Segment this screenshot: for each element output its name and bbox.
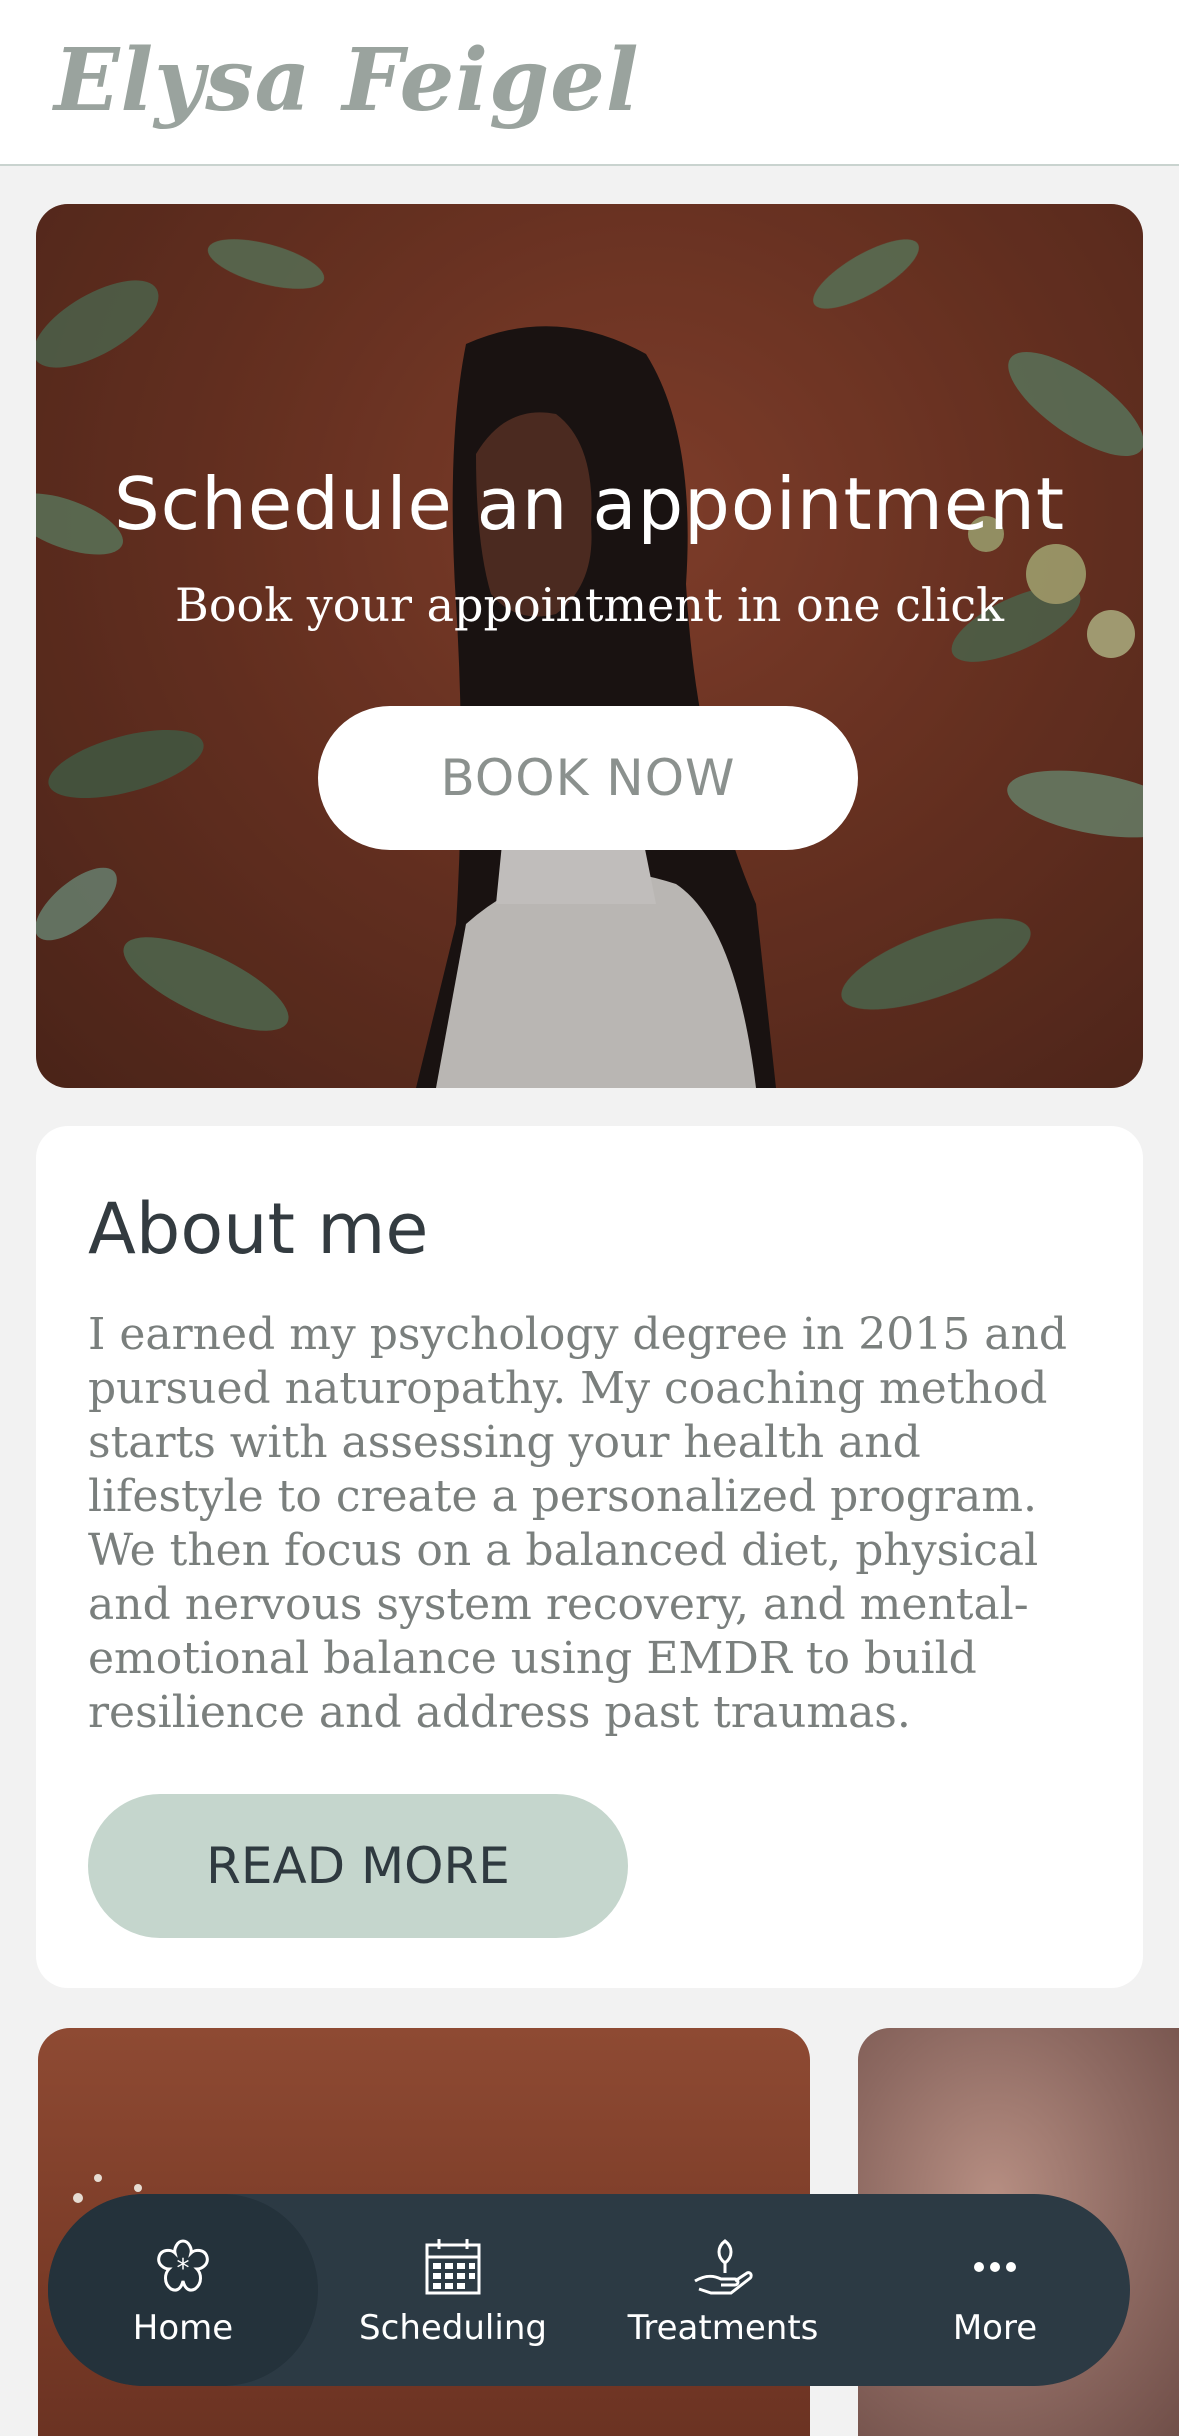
bottom-navigation: * Home Scheduling Treatments More bbox=[48, 2194, 1130, 2386]
nav-item-scheduling[interactable]: Scheduling bbox=[318, 2194, 588, 2386]
flower-icon: * bbox=[148, 2232, 218, 2302]
read-more-button[interactable]: READ MORE bbox=[88, 1794, 628, 1938]
nav-label: Scheduling bbox=[359, 2308, 547, 2348]
hero-banner: Schedule an appointment Book your appoin… bbox=[36, 204, 1143, 1088]
hand-plant-icon bbox=[688, 2232, 758, 2302]
calendar-icon bbox=[418, 2232, 488, 2302]
book-now-button[interactable]: BOOK NOW bbox=[318, 706, 858, 850]
brand-logo[interactable]: Elysa Feigel bbox=[54, 30, 640, 131]
app-header: Elysa Feigel bbox=[0, 0, 1179, 166]
hero-subtitle: Book your appointment in one click bbox=[175, 578, 1004, 632]
nav-label: Home bbox=[132, 2308, 234, 2348]
nav-item-more[interactable]: More bbox=[860, 2194, 1130, 2386]
nav-item-home[interactable]: * Home bbox=[48, 2194, 318, 2386]
nav-label: More bbox=[952, 2308, 1038, 2348]
hero-overlay bbox=[36, 204, 1143, 1088]
svg-text:*: * bbox=[177, 2254, 190, 2284]
more-dots-icon bbox=[960, 2232, 1030, 2302]
nav-item-treatments[interactable]: Treatments bbox=[588, 2194, 858, 2386]
about-card: About me I earned my psychology degree i… bbox=[36, 1126, 1143, 1988]
nav-label: Treatments bbox=[627, 2308, 819, 2348]
about-title: About me bbox=[88, 1188, 429, 1270]
hero-title: Schedule an appointment bbox=[113, 462, 1066, 546]
about-description: I earned my psychology degree in 2015 an… bbox=[88, 1309, 1067, 1738]
